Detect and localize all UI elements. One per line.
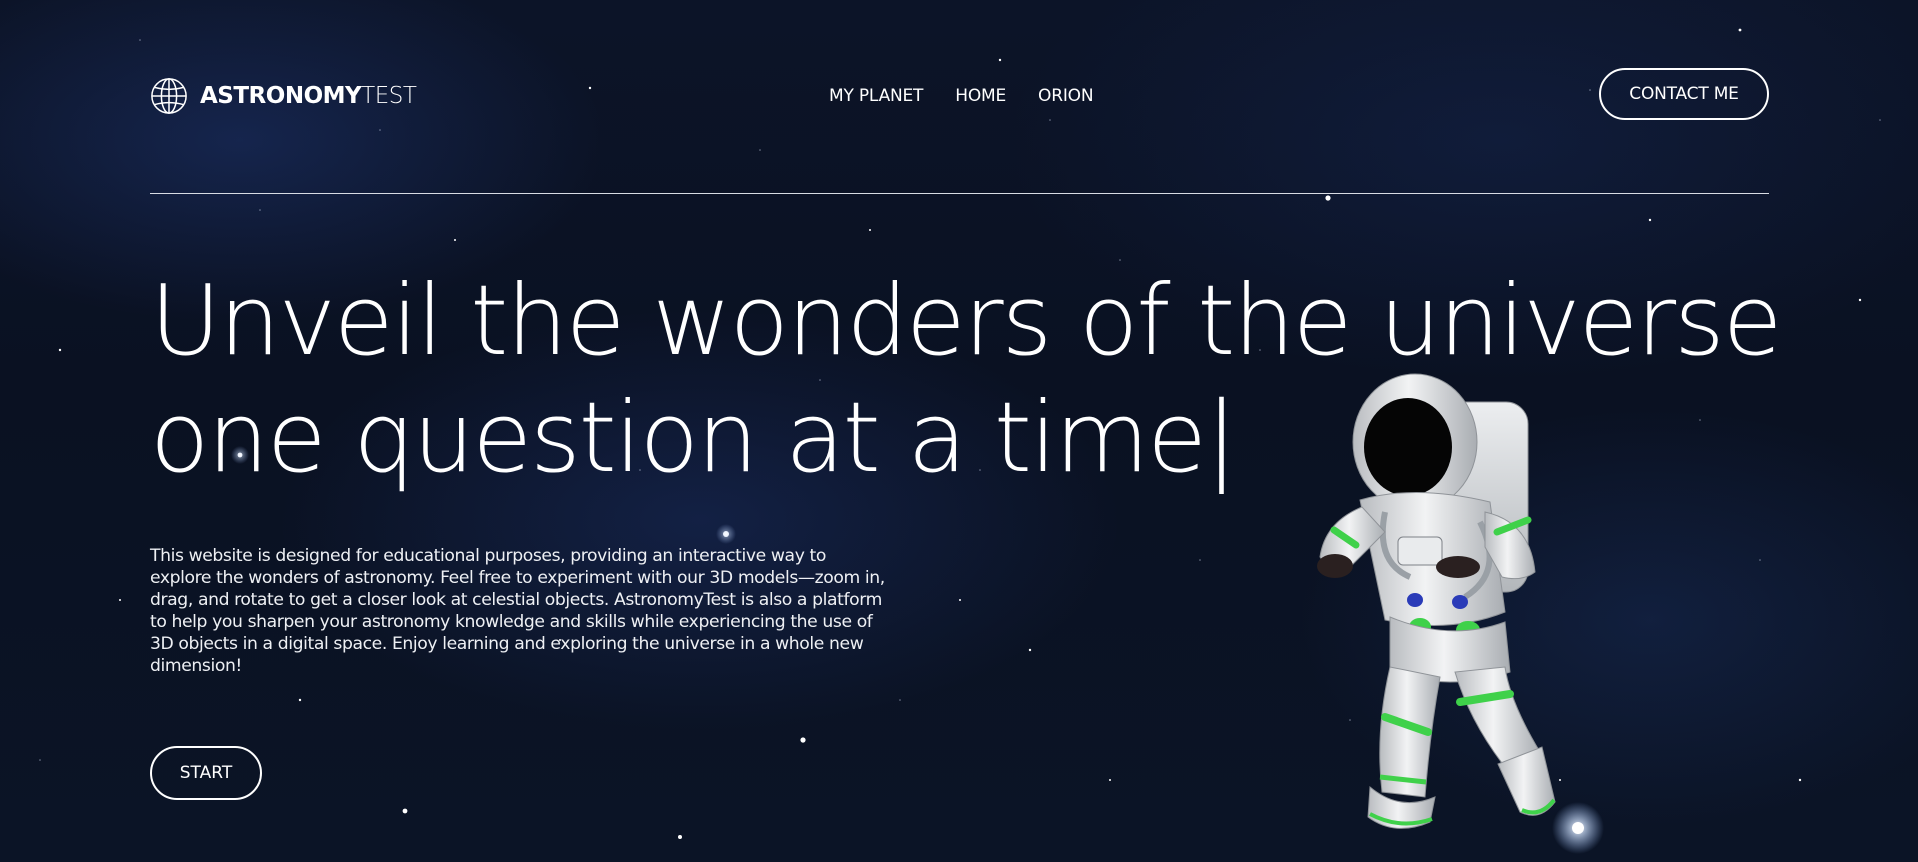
hero-description: This website is designed for educational… [150, 546, 885, 676]
contact-me-button[interactable]: CONTACT ME [1599, 68, 1769, 120]
nav-item-my-planet[interactable]: MY PLANET [829, 86, 923, 106]
nav-item-home[interactable]: HOME [955, 86, 1006, 106]
typing-caret: | [1204, 381, 1238, 494]
header-divider [150, 193, 1769, 194]
nav-item-orion[interactable]: ORION [1038, 86, 1094, 106]
brand-name-bold: ASTRONOMY [200, 83, 362, 109]
logo[interactable]: ASTRONOMYTEST [150, 77, 417, 115]
astronaut-3d-model[interactable] [1290, 372, 1570, 842]
main-nav: MY PLANET HOME ORION [829, 86, 1094, 106]
globe-icon [151, 78, 187, 114]
start-button[interactable]: START [150, 746, 262, 800]
site-header: ASTRONOMYTEST MY PLANET HOME ORION CONTA… [150, 68, 1769, 124]
brand-name: ASTRONOMYTEST [200, 83, 417, 109]
brand-name-light: TEST [361, 83, 417, 109]
